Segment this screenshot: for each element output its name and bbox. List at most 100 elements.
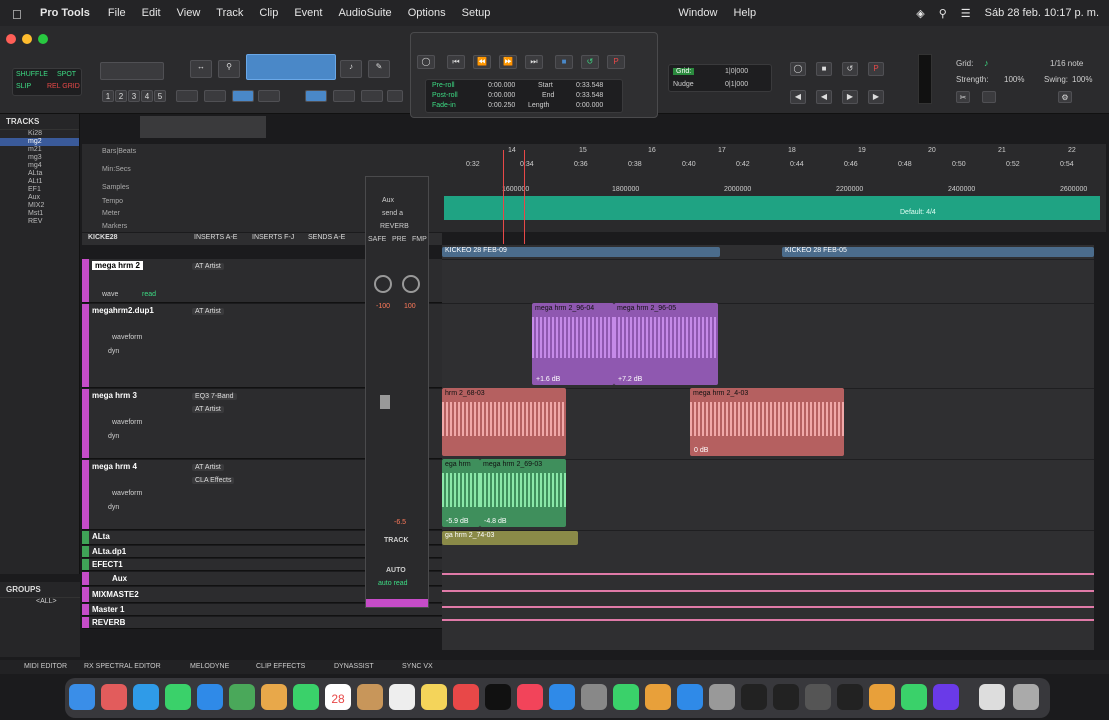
insert-slot[interactable]: EQ3 7-Band [192, 393, 237, 400]
return-to-zero-icon[interactable]: ⏮ [447, 55, 465, 69]
photos-icon[interactable] [261, 684, 287, 710]
zoom-preset-2[interactable]: 2 [115, 90, 127, 102]
mode-shuffle[interactable]: SHUFFLE [16, 71, 48, 78]
track-name[interactable]: EFECT1 [92, 560, 123, 569]
track-list-item[interactable]: ALt1 [0, 178, 79, 186]
track-name[interactable]: mega hrm 3 [92, 391, 137, 400]
menu-audiosuite[interactable]: AudioSuite [338, 7, 391, 19]
utility-icon[interactable] [805, 684, 831, 710]
start-value[interactable]: 0:33.548 [576, 82, 603, 89]
pan-knob-left[interactable] [374, 275, 392, 293]
tab-rx-spectral[interactable]: RX SPECTRAL EDITOR [84, 663, 161, 670]
menu-view[interactable]: View [177, 7, 201, 19]
track-name[interactable]: MIXMASTE2 [92, 590, 139, 599]
insert-slot[interactable]: AT Artist [192, 464, 224, 471]
automation-line[interactable] [442, 590, 1094, 592]
menu-file[interactable]: File [108, 7, 126, 19]
track-name[interactable]: ALta [92, 532, 110, 541]
transport-stop-icon[interactable]: ■ [555, 55, 573, 69]
grid-note[interactable]: 1/16 note [1050, 59, 1083, 68]
zoom-preset-1[interactable]: 1 [102, 90, 114, 102]
track-name[interactable]: REVERB [92, 618, 125, 627]
messages-icon[interactable] [165, 684, 191, 710]
end-value[interactable]: 0:33.548 [576, 92, 603, 99]
track-name[interactable]: ALta.dp1 [92, 547, 126, 556]
forward-icon[interactable]: ▶ [842, 90, 858, 104]
document-icon[interactable] [979, 684, 1005, 710]
calendar-icon[interactable]: 28 [325, 684, 351, 710]
pencil-icon[interactable]: ✎ [368, 60, 390, 78]
mirror-edit-icon[interactable] [204, 90, 226, 102]
track-name[interactable]: mega hrm 4 [92, 462, 137, 471]
automation-line[interactable] [442, 573, 1094, 575]
notes-icon[interactable] [421, 684, 447, 710]
track-name[interactable]: Master 1 [92, 605, 124, 614]
scrubber-icon[interactable]: ♪ [340, 60, 362, 78]
io-output[interactable]: Aux [382, 197, 394, 204]
tab-dynassist[interactable]: DYNASSIST [334, 663, 374, 670]
system-settings-icon[interactable] [709, 684, 735, 710]
settings-gear-icon[interactable]: ⚙ [1058, 91, 1072, 103]
tab-midi-editor[interactable]: MIDI EDITOR [24, 663, 67, 670]
group-all[interactable]: <ALL> [0, 598, 80, 605]
menu-setup[interactable]: Setup [462, 7, 491, 19]
mode-rel-grid[interactable]: REL GRID [47, 83, 80, 90]
track-list-item[interactable]: MIX2 [0, 202, 79, 210]
avid-app-icon[interactable] [773, 684, 799, 710]
pro-tools-launcher-icon[interactable] [933, 684, 959, 710]
zoomer-tool-icon[interactable]: ↔ [190, 60, 212, 78]
freeform-icon[interactable] [453, 684, 479, 710]
length-value[interactable]: 0:00.000 [576, 102, 603, 109]
tv-icon[interactable] [485, 684, 511, 710]
wifi-icon[interactable]: ◈ [916, 7, 924, 20]
insertion-follows-icon[interactable] [258, 90, 280, 102]
audio-clip[interactable]: mega hrm 2_69-03 -4.8 dB [480, 459, 566, 527]
online-icon[interactable]: ◯ [417, 55, 435, 69]
insert-slot[interactable]: AT Artist [192, 406, 224, 413]
insert-slot[interactable]: AT Artist [192, 308, 224, 315]
insert-slot[interactable]: AT Artist [192, 263, 224, 270]
audio-clip[interactable]: ega hrm -5.9 dB [442, 459, 480, 527]
menu-edit[interactable]: Edit [142, 7, 161, 19]
numbers-icon[interactable] [613, 684, 639, 710]
mode-spot[interactable]: SPOT [57, 71, 76, 78]
scissors-icon[interactable]: ✂ [956, 91, 970, 103]
track-auto[interactable]: dyn [108, 504, 119, 511]
avid-link-icon[interactable] [741, 684, 767, 710]
zoom-preset-5[interactable]: 5 [154, 90, 166, 102]
audio-clip[interactable]: KICKEO 28 FEB-05 [782, 247, 1094, 257]
safari-icon[interactable] [133, 684, 159, 710]
automation-line[interactable] [442, 619, 1094, 621]
menu-options[interactable]: Options [408, 7, 446, 19]
app-store-icon[interactable] [677, 684, 703, 710]
apple-icon[interactable]:  [12, 7, 24, 22]
mode-slip[interactable]: SLIP [16, 83, 31, 90]
transport-prime-icon[interactable]: P [607, 55, 625, 69]
menu-clip[interactable]: Clip [259, 7, 278, 19]
track-name[interactable]: Aux [112, 574, 127, 583]
volume-fader[interactable] [380, 395, 390, 409]
auto-mode[interactable]: auto read [378, 580, 408, 587]
edit-window-tracks[interactable]: KICKEO 28 FEB-09 KICKEO 28 FEB-05 mega h… [442, 245, 1094, 650]
track-list-item[interactable]: mg3 [0, 154, 79, 162]
audio-clip[interactable]: KICKEO 28 FEB-09 [442, 247, 720, 257]
clip-gain[interactable]: -5.9 dB [446, 518, 469, 525]
track-list-item[interactable]: Mst1 [0, 210, 79, 218]
pre-button[interactable]: PRE [392, 236, 406, 243]
close-window-button[interactable] [6, 34, 16, 44]
rewind-icon[interactable]: ◀ [790, 90, 806, 104]
link-timeline-icon[interactable] [305, 90, 327, 102]
strength-value[interactable]: 100% [1004, 75, 1024, 84]
tab-melodyne[interactable]: MELODYNE [190, 663, 229, 670]
screen-recorder-icon[interactable] [901, 684, 927, 710]
transport-rewind-icon[interactable]: ⏪ [473, 55, 491, 69]
track-name[interactable]: megahrm2.dup1 [92, 306, 154, 315]
contacts-icon[interactable] [357, 684, 383, 710]
track-list-item[interactable]: ALta [0, 170, 79, 178]
track-list-item[interactable]: Ki28 [0, 130, 79, 138]
track-name[interactable]: mega hrm 2 [92, 261, 143, 270]
track-list-item[interactable]: REV [0, 218, 79, 226]
track-view[interactable]: waveform [112, 419, 142, 426]
tab-to-transient-icon[interactable] [176, 90, 198, 102]
menu-track[interactable]: Track [216, 7, 243, 19]
